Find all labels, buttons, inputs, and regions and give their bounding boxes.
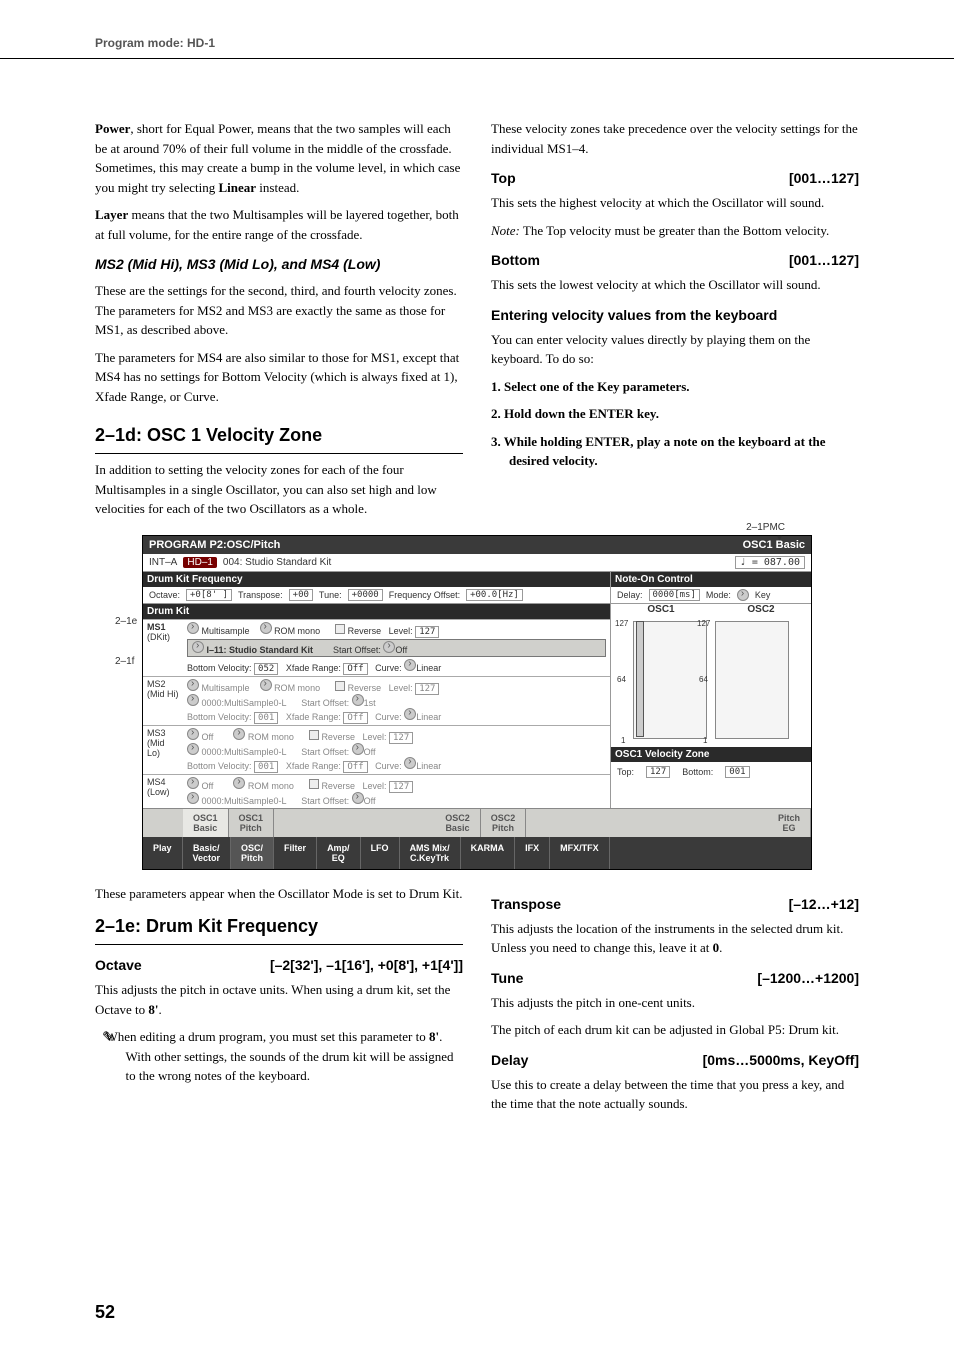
btab-ams[interactable]: AMS Mix/ C.KeyTrk bbox=[400, 837, 461, 869]
btab-play[interactable]: Play bbox=[143, 837, 183, 869]
btab-ifx[interactable]: IFX bbox=[515, 837, 550, 869]
btab-mfx[interactable]: MFX/TFX bbox=[550, 837, 610, 869]
transpose-desc: This adjusts the location of the instrum… bbox=[491, 919, 859, 958]
drumkit-header: Drum Kit bbox=[143, 604, 610, 619]
bank-label: INT–A bbox=[149, 557, 177, 568]
tune-range: [–1200…+1200] bbox=[757, 968, 859, 989]
top-note: Note: The Top velocity must be greater t… bbox=[491, 221, 859, 241]
tune-label: Tune: bbox=[319, 590, 342, 600]
tune-field[interactable]: +0000 bbox=[348, 589, 383, 601]
freqoff-label: Frequency Offset: bbox=[389, 590, 460, 600]
callout-pmc: 2–1PMC bbox=[746, 522, 785, 533]
octave-label: Octave: bbox=[149, 590, 180, 600]
btab-lfo[interactable]: LFO bbox=[361, 837, 400, 869]
top-desc: This sets the highest velocity at which … bbox=[491, 193, 859, 213]
oct-desc: This adjusts the pitch in octave units. … bbox=[95, 980, 463, 1019]
tab-osc2-basic[interactable]: OSC2 Basic bbox=[435, 809, 481, 837]
callout-2-1f: 2–1f bbox=[115, 656, 134, 667]
tempo-value[interactable]: 087.00 bbox=[764, 557, 800, 568]
left2-p1: These parameters appear when the Oscilla… bbox=[95, 884, 463, 904]
btab-filter[interactable]: Filter bbox=[274, 837, 317, 869]
bottom-desc: This sets the lowest velocity at which t… bbox=[491, 275, 859, 295]
hd1-badge: HD–1 bbox=[183, 557, 217, 568]
top-range: [001…127] bbox=[789, 168, 859, 189]
tune-note: The pitch of each drum kit can be adjust… bbox=[491, 1020, 859, 1040]
entering-p: You can enter velocity values directly b… bbox=[491, 330, 859, 369]
mode-label: Mode: bbox=[706, 590, 731, 600]
freqoff-field[interactable]: +00.0[Hz] bbox=[466, 589, 523, 601]
osc1-graph-title: OSC1 bbox=[611, 604, 711, 615]
sec-2-1d-p: In addition to setting the velocity zone… bbox=[95, 460, 463, 519]
ms1-name: MS1 bbox=[147, 622, 166, 632]
reverse-checkbox[interactable] bbox=[335, 624, 345, 634]
mode-value[interactable]: Key bbox=[755, 590, 771, 600]
tempo-label: ♩ = bbox=[740, 557, 758, 568]
noteon-header: Note-On Control bbox=[611, 572, 811, 587]
page-header: Program mode: HD-1 bbox=[95, 36, 859, 50]
osc2-graph-title: OSC2 bbox=[711, 604, 811, 615]
transpose-field[interactable]: +00 bbox=[289, 589, 313, 601]
step-3: 3. While holding ENTER, play a note on t… bbox=[491, 432, 859, 471]
transpose-label: Transpose bbox=[491, 894, 561, 915]
dropdown-icon[interactable]: ▾ bbox=[777, 533, 782, 544]
tune-label: Tune bbox=[491, 968, 523, 989]
section-2-1e: 2–1e: Drum Kit Frequency bbox=[95, 913, 463, 945]
osc2-velocity-graph bbox=[715, 621, 789, 739]
btab-amp-eq[interactable]: Amp/ EQ bbox=[317, 837, 361, 869]
tune-desc: This adjusts the pitch in one-cent units… bbox=[491, 993, 859, 1013]
oct-warning: When editing a drum program, you must se… bbox=[125, 1027, 463, 1086]
screen-title: PROGRAM P2:OSC/Pitch bbox=[149, 539, 280, 551]
program-name[interactable]: 004: Studio Standard Kit bbox=[223, 557, 331, 568]
delay-label: Delay bbox=[491, 1050, 528, 1071]
ms2-p1: These are the settings for the second, t… bbox=[95, 281, 463, 340]
tab-osc1-basic[interactable]: OSC1 Basic bbox=[183, 809, 229, 837]
ms2-heading: MS2 (Mid Hi), MS3 (Mid Lo), and MS4 (Low… bbox=[95, 254, 463, 275]
bottom-label: Bottom bbox=[491, 250, 540, 271]
transpose-label: Transpose: bbox=[238, 590, 283, 600]
delay-range: [0ms…5000ms, KeyOff] bbox=[703, 1050, 859, 1071]
delay-desc: Use this to create a delay between the t… bbox=[491, 1075, 859, 1114]
ms-knob-icon[interactable] bbox=[187, 622, 199, 634]
kit-name[interactable]: I–11: Studio Standard Kit bbox=[207, 645, 314, 655]
vzone-bottom-field[interactable]: 001 bbox=[725, 766, 749, 778]
tab-osc2-pitch[interactable]: OSC2 Pitch bbox=[481, 809, 527, 837]
top-label: Top bbox=[491, 168, 516, 189]
vzone-header: OSC1 Velocity Zone bbox=[611, 747, 811, 762]
osc1-velocity-graph bbox=[633, 621, 707, 739]
vzone-top-field[interactable]: 127 bbox=[646, 766, 670, 778]
entering-heading: Entering velocity values from the keyboa… bbox=[491, 305, 859, 326]
power-paragraph: Power, short for Equal Power, means that… bbox=[95, 119, 463, 197]
btab-osc-pitch[interactable]: OSC/ Pitch bbox=[231, 837, 274, 869]
right-p1: These velocity zones take precedence ove… bbox=[491, 119, 859, 158]
octave-range: [–2[32'], –1[16'], +0[8'], +1[4']] bbox=[270, 955, 463, 976]
delay-field[interactable]: 0000[ms] bbox=[649, 589, 700, 601]
btab-karma[interactable]: KARMA bbox=[461, 837, 516, 869]
delay-label: Delay: bbox=[617, 590, 643, 600]
section-2-1d: 2–1d: OSC 1 Velocity Zone bbox=[95, 422, 463, 454]
page-number: 52 bbox=[95, 1302, 115, 1323]
tab-pitch-eg[interactable]: Pitch EG bbox=[768, 809, 811, 837]
callout-2-1e: 2–1e bbox=[115, 616, 137, 627]
tab-osc1-pitch[interactable]: OSC1 Pitch bbox=[229, 809, 275, 837]
screen-title-right: OSC1 Basic bbox=[743, 539, 805, 551]
mode-knob-icon[interactable] bbox=[737, 589, 749, 601]
transpose-range: [–12…+12] bbox=[789, 894, 859, 915]
step-2: 2. Hold down the ENTER key. bbox=[491, 404, 859, 424]
octave-label: Octave bbox=[95, 955, 142, 976]
bottom-range: [001…127] bbox=[789, 250, 859, 271]
ms2-p2: The parameters for MS4 are also similar … bbox=[95, 348, 463, 407]
ui-screenshot: 2–1e 2–1f 2–1PMC ▾ PROGRAM P2:OSC/Pitch … bbox=[142, 535, 812, 870]
step-1: 1. Select one of the Key parameters. bbox=[491, 377, 859, 397]
octave-field[interactable]: +0[8' ] bbox=[186, 589, 232, 601]
btab-basic-vector[interactable]: Basic/ Vector bbox=[183, 837, 232, 869]
layer-paragraph: Layer means that the two Multisamples wi… bbox=[95, 205, 463, 244]
drumkit-freq-header: Drum Kit Frequency bbox=[143, 572, 610, 587]
